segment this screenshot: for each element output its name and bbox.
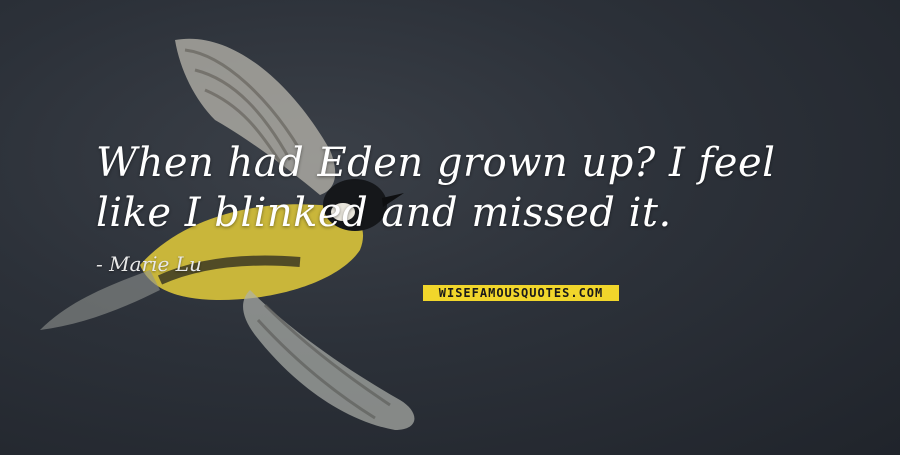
quote-text: When had Eden grown up? I feel like I bl…	[96, 140, 776, 236]
bird-tail	[40, 270, 160, 330]
quote-image: When had Eden grown up? I feel like I bl…	[0, 0, 900, 455]
watermark-badge: WISEFAMOUSQUOTES.COM	[423, 285, 619, 301]
quote-author: - Marie Lu	[96, 252, 202, 276]
